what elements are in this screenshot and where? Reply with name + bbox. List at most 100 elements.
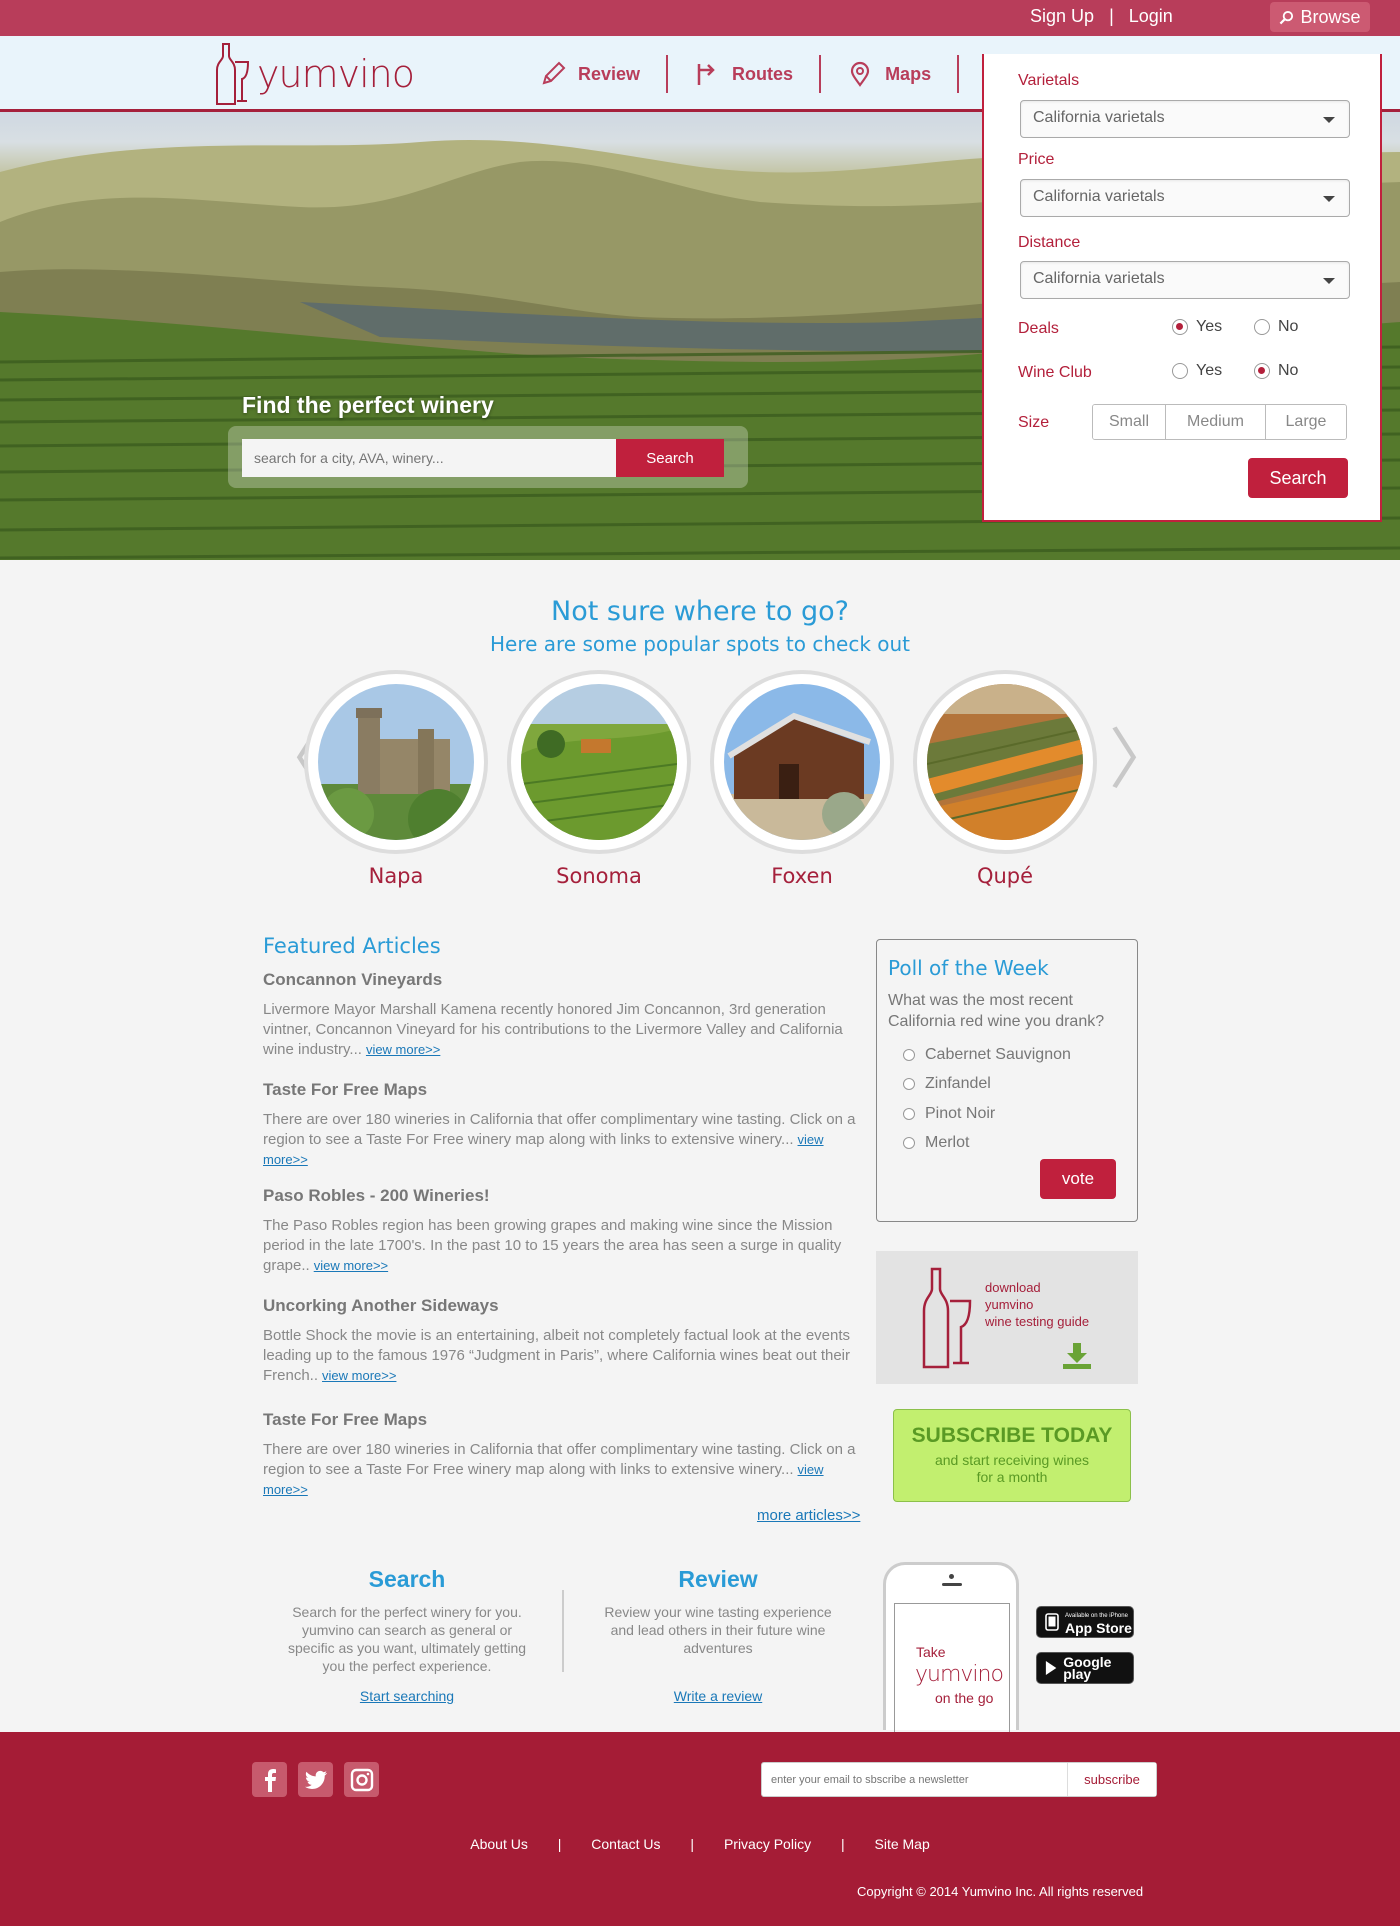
spot-image-ring: [304, 670, 488, 854]
featured-articles: Featured Articles Concannon Vineyards Li…: [263, 934, 863, 1516]
article-body: Livermore Mayor Marshall Kamena recently…: [263, 1000, 863, 1060]
castle-image: [318, 684, 474, 840]
write-review-link[interactable]: Write a review: [598, 1688, 838, 1704]
spot-card-sonoma[interactable]: Sonoma: [507, 670, 691, 888]
deals-no-radio[interactable]: [1254, 319, 1270, 335]
deals-yes-option[interactable]: Yes: [1172, 318, 1254, 336]
size-large-button[interactable]: Large: [1266, 405, 1346, 439]
review-feature-body: Review your wine tasting experience and …: [604, 1604, 832, 1656]
poll-option[interactable]: Merlot: [903, 1129, 1071, 1159]
app-store-badge[interactable]: Available on the iPhone App Store: [1036, 1606, 1134, 1638]
instagram-button[interactable]: [344, 1762, 379, 1797]
article-body: There are over 180 wineries in Californi…: [263, 1440, 863, 1500]
article-title[interactable]: Taste For Free Maps: [263, 1410, 863, 1430]
article-item: Paso Robles - 200 Wineries! The Paso Rob…: [263, 1186, 863, 1276]
view-more-link[interactable]: view more>>: [314, 1258, 388, 1273]
wineclub-yes-option[interactable]: Yes: [1172, 362, 1254, 380]
wineclub-radio-group: Yes No: [1172, 362, 1336, 380]
review-feature-title: Review: [678, 1566, 758, 1592]
footer-links: About Us | Contact Us | Privacy Policy |…: [0, 1836, 1400, 1852]
download-guide-banner[interactable]: download yumvino wine testing guide: [876, 1251, 1138, 1384]
more-articles-link[interactable]: more articles>>: [757, 1507, 860, 1524]
wineclub-no-option[interactable]: No: [1254, 362, 1336, 380]
phone-brand: yumvino: [915, 1662, 1004, 1687]
nav-maps[interactable]: Maps: [821, 55, 960, 93]
hero-search-bar: Search: [228, 426, 748, 488]
hero-search-button[interactable]: Search: [616, 439, 724, 477]
twitter-button[interactable]: [298, 1762, 333, 1797]
google-play-label: Google play: [1063, 1654, 1133, 1682]
google-play-text: Google play: [1063, 1654, 1112, 1682]
facebook-button[interactable]: [252, 1762, 287, 1797]
browse-button[interactable]: Browse: [1270, 2, 1370, 32]
price-select[interactable]: California varietals: [1020, 179, 1350, 217]
poll-radio[interactable]: [903, 1078, 915, 1091]
article-body: The Paso Robles region has been growing …: [263, 1216, 863, 1276]
logo[interactable]: yumvino: [215, 42, 415, 106]
poll-option-label: Pinot Noir: [925, 1104, 996, 1122]
article-title[interactable]: Taste For Free Maps: [263, 1080, 863, 1100]
nav-review[interactable]: Review: [540, 55, 669, 93]
google-play-badge[interactable]: Google play: [1036, 1652, 1134, 1684]
poll-radio[interactable]: [903, 1137, 915, 1150]
subscribe-promo[interactable]: SUBSCRIBE TODAY and start receiving wine…: [893, 1409, 1131, 1502]
deals-label: Deals: [1018, 320, 1059, 337]
poll-widget: Poll of the Week What was the most recen…: [876, 939, 1138, 1222]
carousel-next-arrow[interactable]: 〉: [1109, 727, 1175, 793]
size-small-button[interactable]: Small: [1093, 405, 1166, 439]
wineclub-no-radio[interactable]: [1254, 363, 1270, 379]
footer-separator: |: [557, 1836, 562, 1852]
subscribe-line: for a month: [976, 1469, 1048, 1485]
poll-title: Poll of the Week: [888, 956, 1049, 980]
poll-radio[interactable]: [903, 1048, 915, 1061]
view-more-link[interactable]: view more>>: [366, 1042, 440, 1057]
spot-card-qupe[interactable]: Qupé: [913, 670, 1097, 888]
article-title[interactable]: Paso Robles - 200 Wineries!: [263, 1186, 863, 1206]
articles-heading: Featured Articles: [263, 934, 441, 958]
distance-select[interactable]: California varietals: [1020, 261, 1350, 299]
spot-image-ring: [710, 670, 894, 854]
copyright: Copyright © 2014 Yumvino Inc. All rights…: [857, 1884, 1144, 1899]
browse-search-button[interactable]: Search: [1248, 458, 1348, 498]
newsletter-subscribe-button[interactable]: subscribe: [1067, 1763, 1156, 1796]
spot-name: Napa: [368, 864, 424, 888]
vote-button[interactable]: vote: [1040, 1159, 1116, 1199]
wineclub-yes-radio[interactable]: [1172, 363, 1188, 379]
poll-option[interactable]: Cabernet Sauvignon: [903, 1040, 1071, 1070]
iphone-icon: [1045, 1613, 1059, 1631]
article-body: Bottle Shock the movie is an entertainin…: [263, 1326, 863, 1386]
phone-mockup: Take yumvino on the go: [883, 1562, 1019, 1733]
poll-question: What was the most recent California red …: [888, 992, 1105, 1030]
article-title[interactable]: Uncorking Another Sideways: [263, 1296, 863, 1316]
poll-option-label: Cabernet Sauvignon: [925, 1045, 1071, 1063]
signup-link[interactable]: Sign Up: [1030, 6, 1094, 27]
site-map-link[interactable]: Site Map: [875, 1836, 930, 1852]
article-excerpt: Livermore Mayor Marshall Kamena recently…: [263, 1001, 843, 1058]
vineyard-hills-image: [521, 684, 677, 840]
feature-divider: [562, 1590, 564, 1672]
distance-label: Distance: [1018, 234, 1081, 251]
spot-card-foxen[interactable]: Foxen: [710, 670, 894, 888]
varietals-select[interactable]: California varietals: [1020, 100, 1350, 138]
about-us-link[interactable]: About Us: [470, 1836, 528, 1852]
poll-option[interactable]: Zinfandel: [903, 1070, 1071, 1100]
start-searching-link[interactable]: Start searching: [287, 1688, 527, 1704]
size-medium-button[interactable]: Medium: [1166, 405, 1266, 439]
wine-bottle-glass-icon: [216, 43, 250, 105]
newsletter-email-input[interactable]: [762, 1763, 1066, 1796]
poll-option[interactable]: Pinot Noir: [903, 1099, 1071, 1129]
spot-card-napa[interactable]: Napa: [304, 670, 488, 888]
poll-radio[interactable]: [903, 1107, 915, 1120]
article-title[interactable]: Concannon Vineyards: [263, 970, 863, 990]
play-icon: [1045, 1661, 1057, 1675]
hero-search-input[interactable]: [242, 439, 616, 477]
privacy-policy-link[interactable]: Privacy Policy: [724, 1836, 811, 1852]
contact-us-link[interactable]: Contact Us: [591, 1836, 660, 1852]
nav-review-label: Review: [578, 63, 641, 84]
deals-no-option[interactable]: No: [1254, 318, 1336, 336]
login-link[interactable]: Login: [1129, 6, 1173, 27]
nav-routes[interactable]: Routes: [668, 55, 822, 93]
phone-take: Take: [916, 1644, 946, 1660]
view-more-link[interactable]: view more>>: [322, 1368, 396, 1383]
deals-yes-radio[interactable]: [1172, 319, 1188, 335]
